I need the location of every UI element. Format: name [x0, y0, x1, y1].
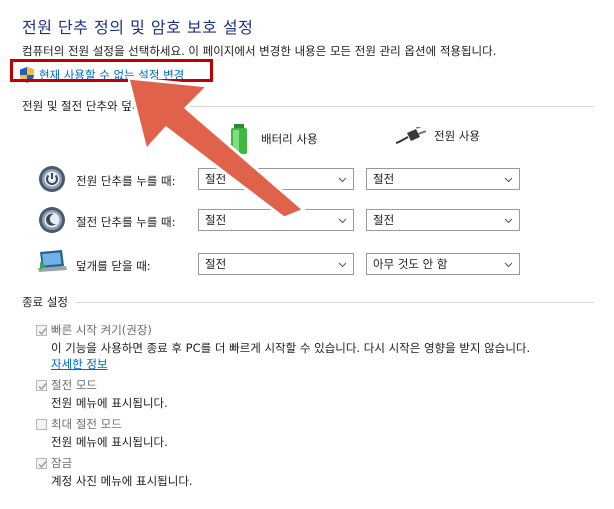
- sleep-option: 절전 모드: [36, 377, 97, 393]
- sleep-checkbox[interactable]: [36, 379, 47, 391]
- lid-close-plugged-select[interactable]: 아무 것도 안 함: [366, 253, 520, 275]
- chevron-down-icon: [338, 177, 347, 182]
- chevron-down-icon: [504, 177, 513, 182]
- chevron-down-icon: [504, 262, 513, 267]
- lock-description: 계정 사진 메뉴에 표시됩니다.: [51, 474, 193, 488]
- power-button-icon: [39, 166, 65, 192]
- sleep-button-plugged-select[interactable]: 절전: [366, 209, 520, 231]
- fast-startup-description: 이 기능을 사용하면 종료 후 PC를 더 빠르게 시작할 수 있습니다. 다시…: [51, 341, 531, 355]
- selected-value: 절전: [205, 257, 227, 271]
- hibernate-description: 전원 메뉴에 표시됩니다.: [51, 435, 168, 449]
- fast-startup-label: 빠른 시작 켜기(권장): [51, 323, 152, 337]
- power-button-plugged-select[interactable]: 절전: [366, 168, 520, 190]
- lid-close-battery-select[interactable]: 절전: [198, 253, 354, 275]
- page-title: 전원 단추 정의 및 암호 보호 설정: [22, 18, 254, 37]
- page-description: 컴퓨터의 전원 설정을 선택하세요. 이 페이지에서 변경한 내용은 모든 전원…: [22, 44, 497, 58]
- lock-checkbox[interactable]: [36, 457, 47, 469]
- hibernate-label: 최대 절전 모드: [51, 417, 122, 431]
- chevron-down-icon: [504, 218, 513, 223]
- power-plug-icon: [396, 127, 426, 144]
- checkmark-icon: [38, 382, 47, 390]
- learn-more-link[interactable]: 자세한 정보: [51, 356, 108, 372]
- chevron-down-icon: [338, 262, 347, 267]
- checkmark-icon: [38, 327, 47, 335]
- selected-value: 절전: [373, 172, 395, 186]
- annotation-arrow-icon: [128, 78, 306, 218]
- sleep-button-icon: [39, 207, 65, 233]
- chevron-down-icon: [338, 218, 347, 223]
- laptop-lid-icon: [38, 250, 67, 272]
- power-section-heading: 전원 및 절전 단추와 덮개 설정: [22, 98, 594, 114]
- selected-value: 절전: [373, 213, 395, 227]
- shutdown-section-heading: 종료 설정: [22, 294, 594, 310]
- hibernate-option: 최대 절전 모드: [36, 416, 122, 432]
- fast-startup-option: 빠른 시작 켜기(권장): [36, 322, 152, 338]
- sleep-description: 전원 메뉴에 표시됩니다.: [51, 396, 168, 410]
- checkmark-icon: [38, 460, 47, 468]
- hibernate-checkbox[interactable]: [36, 418, 47, 430]
- shutdown-section-title: 종료 설정: [22, 295, 68, 309]
- divider: [75, 301, 594, 303]
- lock-label: 잠금: [51, 456, 73, 470]
- plugged-column-header: 전원 사용: [396, 127, 480, 145]
- lock-option: 잠금: [36, 455, 72, 471]
- selected-value: 아무 것도 안 함: [373, 257, 448, 271]
- plugged-column-label: 전원 사용: [434, 129, 480, 143]
- fast-startup-checkbox[interactable]: [36, 324, 47, 336]
- sleep-label: 절전 모드: [51, 378, 97, 392]
- row-label-lid-close: 덮개를 닫을 때:: [76, 259, 151, 273]
